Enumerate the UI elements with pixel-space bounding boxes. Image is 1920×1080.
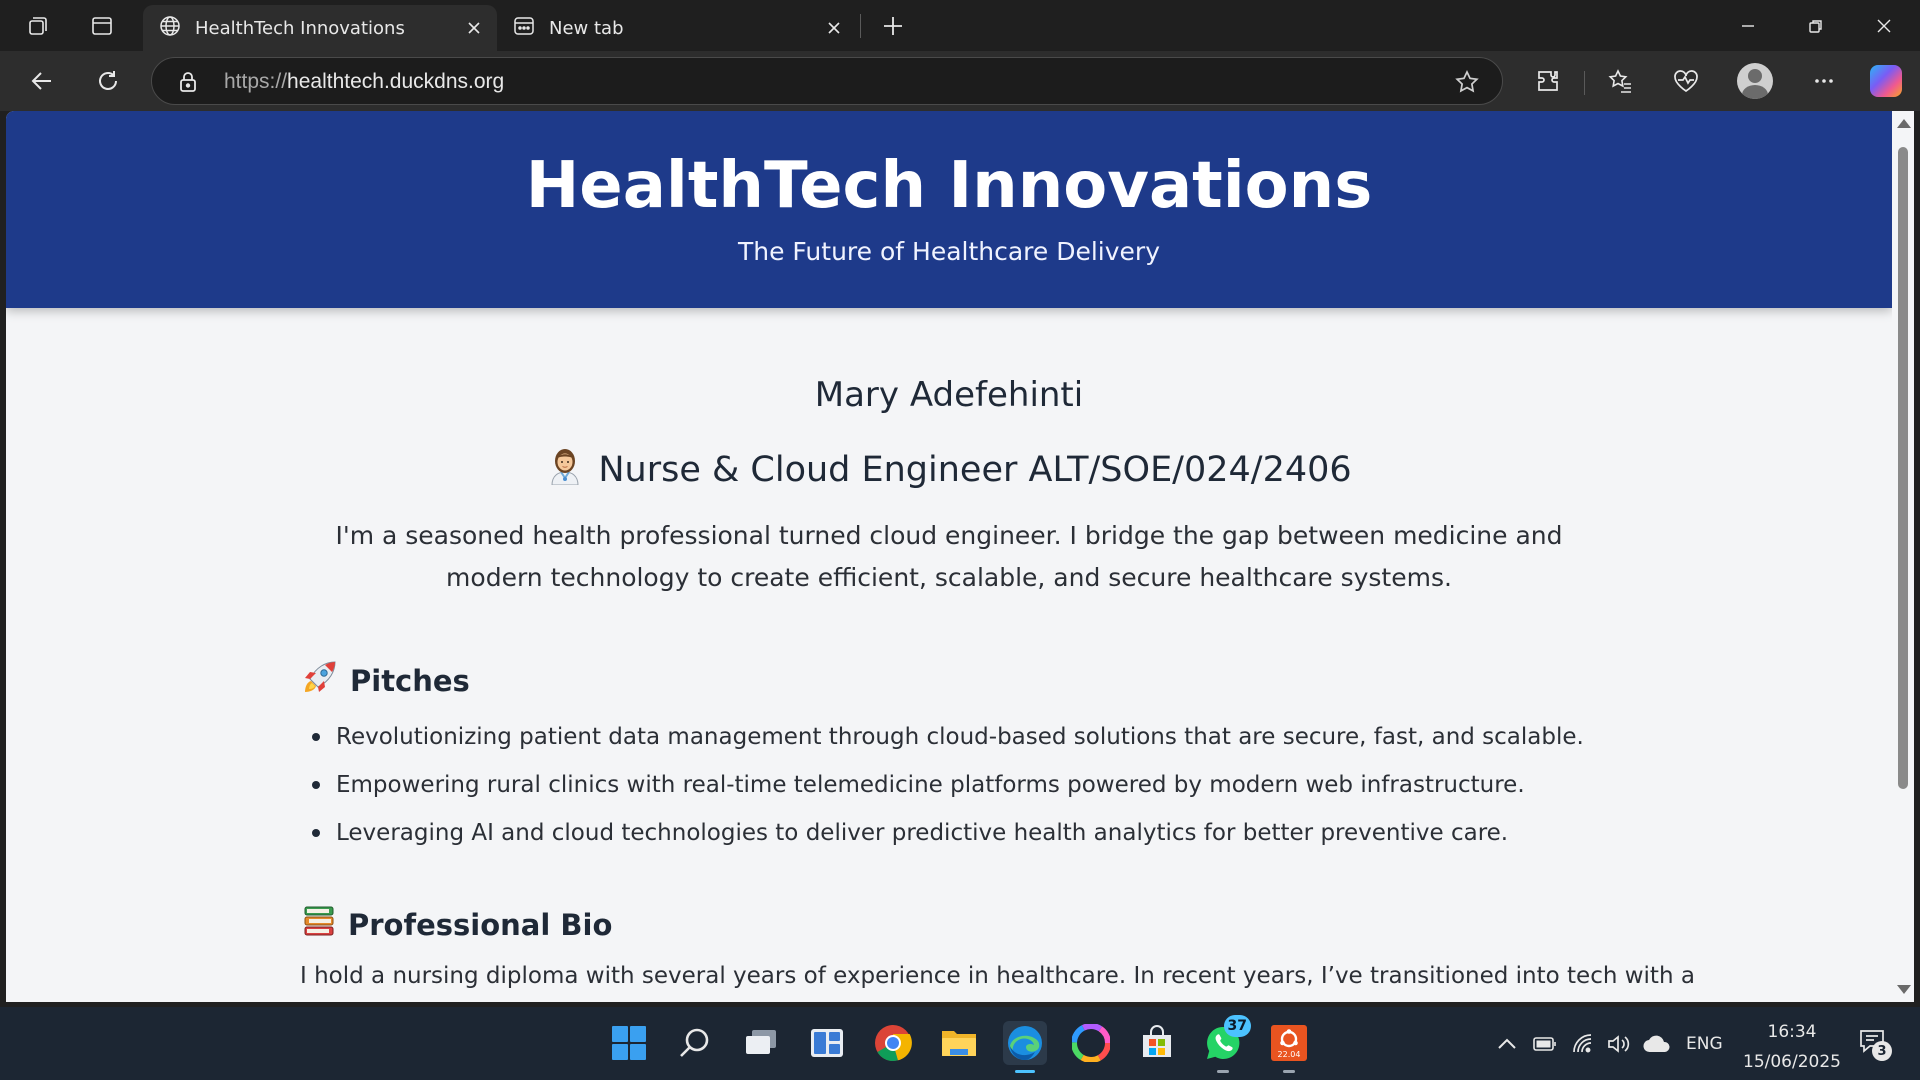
- profile-avatar[interactable]: [1737, 63, 1773, 99]
- notification-count-badge: 3: [1872, 1041, 1892, 1061]
- profile-role: Nurse & Cloud Engineer ALT/SOE/024/2406: [6, 445, 1892, 494]
- url-text[interactable]: https://healthtech.duckdns.org: [224, 70, 504, 94]
- more-options-icon[interactable]: [1806, 63, 1842, 99]
- show-hidden-icons-chevron-icon[interactable]: [1496, 1007, 1518, 1080]
- address-bar[interactable]: https://healthtech.duckdns.org: [151, 57, 1503, 105]
- task-view-icon[interactable]: [739, 1021, 783, 1065]
- pitches-heading: Pitches: [302, 659, 470, 702]
- scrollbar-thumb[interactable]: [1898, 147, 1908, 789]
- site-title: HealthTech Innovations: [525, 149, 1373, 223]
- ubuntu-version-label: 22.04: [1278, 1050, 1301, 1059]
- close-tab-icon[interactable]: [823, 17, 845, 39]
- nurse-emoji-icon: [546, 445, 584, 494]
- restore-icon[interactable]: [1782, 0, 1850, 51]
- hero-banner: HealthTech Innovations The Future of Hea…: [6, 111, 1892, 308]
- rocket-icon: [302, 659, 338, 702]
- profile-intro: I'm a seasoned health professional turne…: [335, 521, 1563, 592]
- microsoft-store-icon[interactable]: [1135, 1021, 1179, 1065]
- volume-icon[interactable]: [1606, 1007, 1632, 1080]
- windows-taskbar: 37 22.04 ENG 16:34 15/06/2025 3: [0, 1007, 1920, 1080]
- browser-toolbar: https://healthtech.duckdns.org: [0, 51, 1920, 111]
- browser-essentials-icon[interactable]: [1668, 63, 1704, 99]
- vertical-tabs-icon[interactable]: [86, 10, 118, 42]
- language-text: ENG: [1686, 1033, 1723, 1054]
- tab-healthtech[interactable]: HealthTech Innovations: [143, 5, 497, 51]
- language-indicator[interactable]: ENG: [1686, 1007, 1723, 1080]
- ubuntu-icon[interactable]: 22.04: [1267, 1021, 1311, 1073]
- favorite-star-icon[interactable]: [1454, 69, 1480, 99]
- widgets-icon[interactable]: [805, 1021, 849, 1065]
- newtab-icon: [513, 15, 535, 42]
- pitch-text: Revolutionizing patient data management …: [336, 724, 1584, 750]
- page-viewport: HealthTech Innovations The Future of Hea…: [6, 111, 1892, 1002]
- color-wheel-app-icon[interactable]: [1069, 1021, 1113, 1065]
- pitch-text: Empowering rural clinics with real-time …: [336, 772, 1525, 798]
- pitch-list: Revolutionizing patient data management …: [312, 713, 1584, 857]
- extensions-icon[interactable]: [1530, 63, 1566, 99]
- profile-name: Mary Adefehinti: [814, 375, 1084, 415]
- close-window-icon[interactable]: [1850, 0, 1918, 51]
- edge-icon[interactable]: [1003, 1021, 1047, 1073]
- workspaces-icon[interactable]: [22, 10, 54, 42]
- onedrive-cloud-icon[interactable]: [1642, 1007, 1672, 1080]
- tab-new-tab[interactable]: New tab: [497, 5, 857, 51]
- bio-heading-text: Professional Bio: [348, 907, 613, 942]
- network-icon[interactable]: [1571, 1007, 1595, 1080]
- search-icon[interactable]: [673, 1021, 717, 1065]
- tab-title: HealthTech Innovations: [195, 17, 405, 39]
- scroll-up-arrow-icon[interactable]: [1897, 119, 1911, 128]
- tab-divider: [860, 14, 861, 38]
- clock-time: 16:34: [1767, 1022, 1817, 1042]
- list-item: Revolutionizing patient data management …: [312, 713, 1584, 761]
- system-clock[interactable]: 16:34 15/06/2025: [1733, 1017, 1851, 1077]
- back-icon[interactable]: [24, 63, 60, 99]
- role-text: Nurse & Cloud Engineer ALT/SOE/024/2406: [598, 449, 1352, 490]
- list-item: Empowering rural clinics with real-time …: [312, 761, 1584, 809]
- clock-date: 15/06/2025: [1743, 1052, 1841, 1072]
- pitches-heading-text: Pitches: [350, 663, 470, 698]
- copilot-icon[interactable]: [1870, 65, 1902, 97]
- bio-heading: Professional Bio: [302, 904, 612, 945]
- whatsapp-unread-badge: 37: [1223, 1015, 1251, 1037]
- new-tab-plus-icon[interactable]: [877, 10, 909, 42]
- battery-icon[interactable]: [1532, 1007, 1558, 1080]
- globe-icon: [159, 15, 181, 42]
- site-subtitle: The Future of Healthcare Delivery: [737, 237, 1161, 266]
- lock-icon[interactable]: [178, 70, 198, 98]
- page-scrollbar[interactable]: [1892, 111, 1914, 1002]
- tab-title: New tab: [549, 17, 624, 39]
- toolbar-divider: [1584, 71, 1585, 95]
- close-tab-icon[interactable]: [463, 17, 485, 39]
- chrome-icon[interactable]: [871, 1021, 915, 1065]
- scroll-down-arrow-icon[interactable]: [1897, 985, 1911, 994]
- books-icon: [302, 904, 336, 945]
- refresh-icon[interactable]: [90, 63, 126, 99]
- bullet: [312, 829, 320, 837]
- favorites-icon[interactable]: [1602, 63, 1638, 99]
- tab-bar: HealthTech Innovations New tab: [0, 0, 1920, 51]
- file-explorer-icon[interactable]: [937, 1021, 981, 1065]
- bio-text: I hold a nursing diploma with several ye…: [300, 963, 1695, 989]
- list-item: Leveraging AI and cloud technologies to …: [312, 809, 1584, 857]
- minimize-icon[interactable]: [1714, 0, 1782, 51]
- notification-center-icon[interactable]: 3: [1858, 1027, 1892, 1061]
- bullet: [312, 733, 320, 741]
- pitch-text: Leveraging AI and cloud technologies to …: [336, 820, 1509, 846]
- bullet: [312, 781, 320, 789]
- windows-start-icon[interactable]: [607, 1021, 651, 1065]
- whatsapp-icon[interactable]: 37: [1201, 1015, 1251, 1073]
